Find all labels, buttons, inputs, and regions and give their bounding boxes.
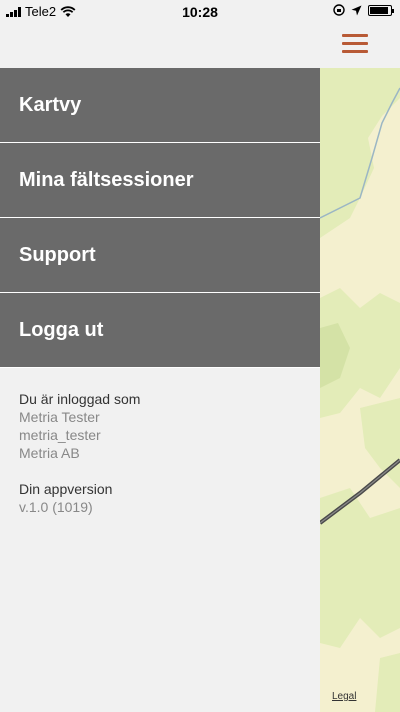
menu-item-field-sessions[interactable]: Mina fältsessioner [0,143,320,218]
status-bar: Tele2 10:28 [0,0,400,24]
logged-in-label: Du är inloggad som [19,391,141,407]
user-info-panel: Du är inloggad som Metria Tester metria_… [0,368,320,516]
battery-level [370,6,388,14]
app-header [0,24,400,68]
status-right [333,4,394,16]
user-username: metria_tester [19,427,101,443]
menu-item-support[interactable]: Support [0,218,320,293]
hamburger-menu-icon[interactable] [342,34,368,56]
rotation-lock-icon [333,4,345,16]
app-version-value: v.1.0 (1019) [19,499,93,515]
menu-item-kartvy[interactable]: Kartvy [0,68,320,143]
app-version-group: Din appversion v.1.0 (1019) [19,480,301,516]
app-version-label: Din appversion [19,481,113,497]
user-name: Metria Tester [19,409,100,425]
location-arrow-icon [351,5,362,15]
side-drawer: Kartvy Mina fältsessioner Support Logga … [0,68,320,712]
logged-in-group: Du är inloggad som Metria Tester metria_… [19,390,301,462]
user-organization: Metria AB [19,445,80,461]
map-view[interactable]: Legal [320,68,400,712]
battery-icon [368,4,394,16]
menu-item-logout[interactable]: Logga ut [0,293,320,368]
map-terrain [320,68,400,712]
legal-link[interactable]: Legal [332,691,356,702]
